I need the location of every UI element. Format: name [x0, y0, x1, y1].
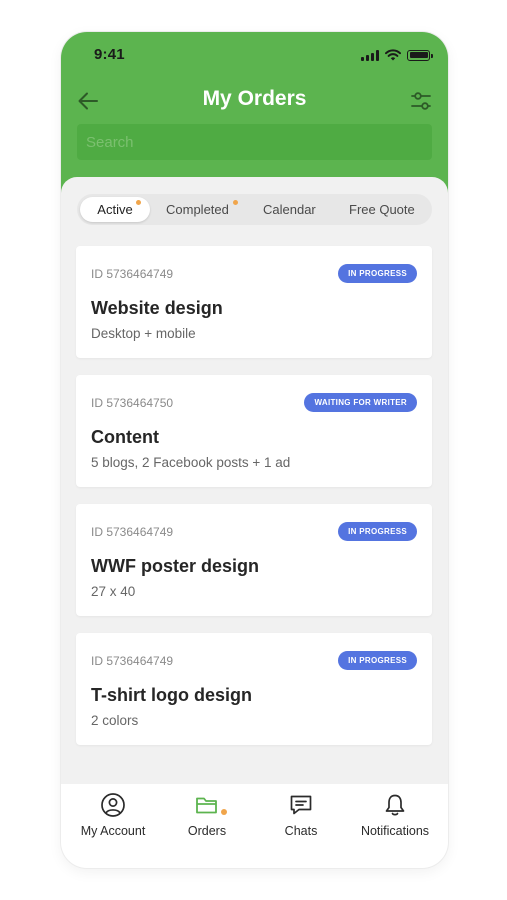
order-description: 27 x 40 — [91, 584, 136, 599]
content-panel: Active Completed Calendar Free Quote ID … — [61, 177, 448, 797]
page-title: My Orders — [202, 87, 307, 110]
nav-label: Orders — [187, 824, 227, 838]
bell-icon — [385, 794, 405, 816]
search-input[interactable] — [77, 124, 432, 160]
order-description: 5 blogs, 2 Facebook posts + 1 ad — [91, 455, 291, 470]
signal-icon — [361, 49, 379, 61]
status-badge: IN PROGRESS — [338, 264, 417, 283]
chat-bubble-icon — [290, 795, 312, 815]
order-card[interactable]: ID 5736464750 WAITING FOR WRITER Content… — [76, 375, 432, 487]
status-badge: WAITING FOR WRITER — [304, 393, 417, 412]
battery-icon — [407, 49, 433, 61]
nav-item-my-account[interactable]: My Account — [65, 792, 161, 848]
order-description: Desktop + mobile — [91, 326, 196, 341]
search-box — [77, 124, 432, 160]
nav-label: Notifications — [360, 824, 430, 838]
tab-notification-dot — [233, 200, 238, 205]
bottom-navigation: My Account Orders Chats Notifications — [61, 784, 448, 868]
order-id: ID 5736464749 — [91, 525, 174, 539]
nav-item-chats[interactable]: Chats — [253, 792, 349, 848]
user-circle-icon — [101, 793, 125, 817]
order-id: ID 5736464749 — [91, 267, 174, 281]
nav-label: Chats — [284, 824, 318, 838]
tab-label: Completed — [166, 202, 229, 217]
orders-notification-dot — [221, 809, 227, 815]
tab-label: Free Quote — [349, 202, 415, 217]
filter-sliders-icon[interactable] — [409, 89, 433, 113]
tab-label: Calendar — [263, 202, 316, 217]
app-header: 9:41 My Orders — [61, 32, 448, 200]
tab-notification-dot — [136, 200, 141, 205]
order-card[interactable]: ID 5736464749 IN PROGRESS WWF poster des… — [76, 504, 432, 616]
folder-icon — [196, 797, 217, 814]
status-badge: IN PROGRESS — [338, 651, 417, 670]
order-id: ID 5736464750 — [91, 396, 174, 410]
status-badge: IN PROGRESS — [338, 522, 417, 541]
order-card[interactable]: ID 5736464749 IN PROGRESS T-shirt logo d… — [76, 633, 432, 745]
order-tabs: Active Completed Calendar Free Quote — [77, 194, 432, 225]
order-title: Website design — [91, 298, 223, 318]
tab-free-quote[interactable]: Free Quote — [349, 197, 415, 222]
order-card[interactable]: ID 5736464749 IN PROGRESS Website design… — [76, 246, 432, 358]
nav-item-notifications[interactable]: Notifications — [347, 792, 443, 848]
order-title: Content — [91, 427, 159, 447]
order-title: WWF poster design — [91, 556, 259, 576]
tab-label: Active — [97, 202, 133, 217]
order-id: ID 5736464749 — [91, 654, 174, 668]
tab-calendar[interactable]: Calendar — [263, 197, 316, 222]
nav-label: My Account — [80, 824, 146, 838]
tab-active[interactable]: Active — [80, 197, 150, 222]
wifi-icon — [385, 49, 401, 61]
order-description: 2 colors — [91, 713, 139, 728]
status-time: 9:41 — [94, 46, 125, 63]
tab-completed[interactable]: Completed — [166, 197, 238, 222]
order-title: T-shirt logo design — [91, 685, 252, 705]
nav-item-orders[interactable]: Orders — [159, 792, 255, 848]
status-icons — [361, 49, 433, 61]
phone-frame: 9:41 My Orders Act — [61, 32, 448, 868]
